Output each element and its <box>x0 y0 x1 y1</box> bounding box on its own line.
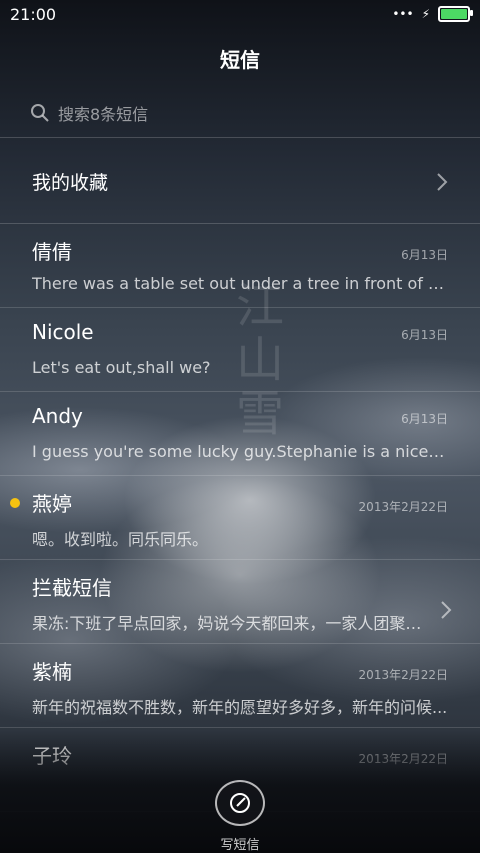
message-preview: Let's eat out,shall we? <box>32 358 211 377</box>
status-icons: ••• ⚡ <box>392 6 473 22</box>
search-bar[interactable]: 搜索8条短信 <box>0 88 480 138</box>
message-date: 6月13日 <box>401 328 448 342</box>
message-preview: 新年的祝福数不胜数，新年的愿望好多好多，新年的问候... <box>32 698 448 717</box>
conversation-row[interactable]: 倩倩 6月13日 There was a table set out under a… <box>0 224 480 308</box>
compose-area: 写短信 <box>0 760 480 853</box>
signal-dots-icon: ••• <box>392 7 414 21</box>
message-date: 2013年2月22日 <box>358 500 448 514</box>
search-icon <box>31 103 49 122</box>
contact-name: 燕婷 <box>32 492 72 516</box>
conversation-row[interactable]: 燕婷 2013年2月22日嗯。收到啦。同乐同乐。 <box>0 476 480 560</box>
conversation-row[interactable]: 紫楠 2013年2月22日新年的祝福数不胜数，新年的愿望好多好多，新年的问候... <box>0 644 480 728</box>
message-preview: 果冻:下班了早点回家，妈说今天都回来，一家人团聚过... <box>32 614 432 633</box>
message-preview: 嗯。收到啦。同乐同乐。 <box>32 530 209 549</box>
message-date: 6月13日 <box>401 248 448 262</box>
message-preview: I guess you're some lucky guy.Stephanie … <box>32 442 448 461</box>
contact-name: 紫楠 <box>32 660 72 684</box>
conversation-row[interactable]: Nicole 6月13日 Let's eat out,shall we? <box>0 308 480 392</box>
contact-name: Andy <box>32 404 83 428</box>
chevron-right-icon <box>437 172 448 191</box>
search-placeholder: 搜索8条短信 <box>58 104 149 124</box>
page-title: 短信 <box>220 47 260 72</box>
conversation-row[interactable]: Andy 6月13日 I guess you're some lucky guy.S… <box>0 392 480 476</box>
compose-label: 写短信 <box>220 838 260 853</box>
status-bar: 21:00 ••• ⚡ <box>0 0 480 28</box>
status-time: 21:00 <box>10 4 57 24</box>
conversation-row[interactable]: 拦截短信果冻:下班了早点回家，妈说今天都回来，一家人团聚过... <box>0 560 480 644</box>
contact-name: 倩倩 <box>32 240 72 264</box>
message-date: 6月13日 <box>401 412 448 426</box>
charging-icon: ⚡ <box>421 7 430 21</box>
compose-button[interactable] <box>215 780 265 826</box>
favorites-label: 我的收藏 <box>32 172 109 194</box>
contact-name: Nicole <box>32 320 94 344</box>
contact-name: 拦截短信 <box>32 576 112 600</box>
battery-level <box>441 9 467 19</box>
chevron-right-icon <box>441 601 452 619</box>
favorites-row[interactable]: 我的收藏 <box>0 140 480 224</box>
message-date: 2013年2月22日 <box>358 668 448 682</box>
compose-icon <box>230 793 250 813</box>
unread-indicator <box>10 498 20 508</box>
message-preview: There was a table set out under a tree i… <box>32 274 448 293</box>
battery-icon <box>438 6 473 22</box>
